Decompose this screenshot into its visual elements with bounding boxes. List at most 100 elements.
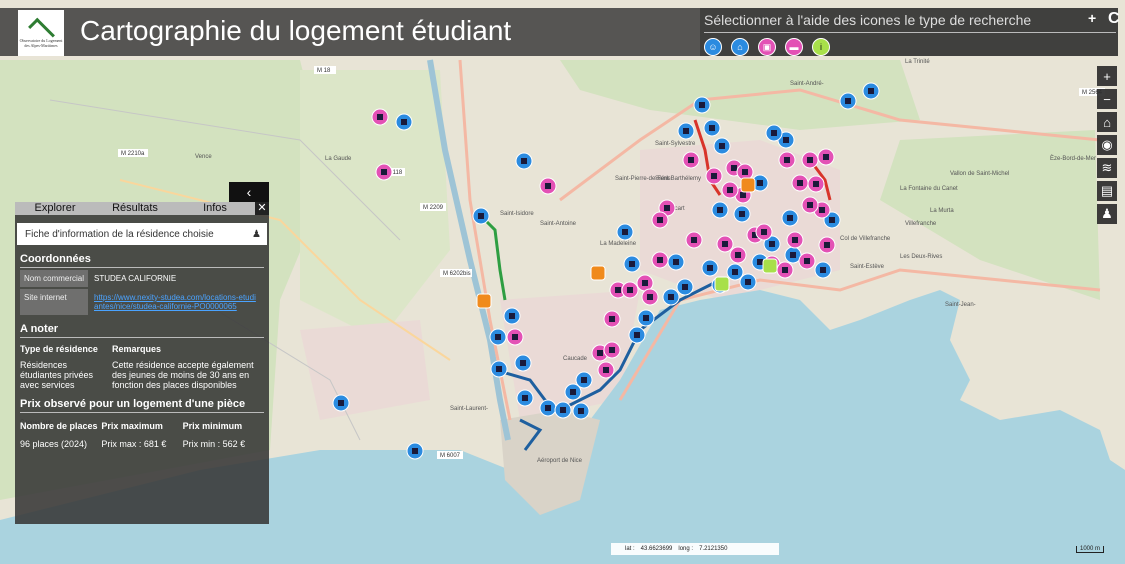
col-max: Prix maximum [101,421,163,431]
svg-text:La Gaude: La Gaude [325,156,352,162]
marker-glyph-icon [739,211,745,217]
marker-glyph-icon [688,157,694,163]
info-marker[interactable] [762,258,778,274]
marker-glyph-icon [711,173,717,179]
info-icon[interactable]: i [812,38,830,56]
marker-glyph-icon [787,215,793,221]
zoom-out-icon[interactable]: − [1097,89,1117,109]
svg-text:Saint-André-: Saint-André- [790,81,824,87]
remarques-header: Remarques [112,344,162,354]
coordonnees-title: Coordonnées [20,253,91,265]
svg-text:M 2209: M 2209 [423,205,444,211]
marker-glyph-icon [545,405,551,411]
marker-glyph-icon [643,315,649,321]
marker-glyph-icon [627,287,633,293]
tab-resultats[interactable]: Résultats [95,202,175,215]
marker-glyph-icon [578,408,584,414]
close-panel-icon[interactable]: ✕ [255,202,269,215]
marker-glyph-icon [509,313,515,319]
marker-glyph-icon [615,287,621,293]
col-places: Nombre de places [20,421,98,431]
marker-glyph-icon [735,252,741,258]
type-value: Résidences étudiantes privées avec servi… [20,360,94,390]
marker-glyph-icon [868,88,874,94]
marker-glyph-icon [597,350,603,356]
marker-glyph-icon [699,102,705,108]
home-icon[interactable]: ⌂ [1097,112,1117,132]
marker-glyph-icon [790,252,796,258]
nom-label: Nom commercial [20,270,88,287]
marker-glyph-icon [495,334,501,340]
marker-glyph-icon [829,217,835,223]
scale-bar: 1000 m [1076,546,1105,553]
marker-glyph-icon [622,229,628,235]
marker-glyph-icon [782,267,788,273]
zoom-in-icon[interactable]: + [1097,66,1117,86]
marker-glyph-icon [642,280,648,286]
person-icon[interactable]: ☺ [704,38,722,56]
marker-glyph-icon [664,205,670,211]
marker-glyph-icon [745,279,751,285]
marker-glyph-icon [771,130,777,136]
service-marker[interactable] [740,177,756,193]
svg-text:Aéroport de Nice: Aéroport de Nice [537,458,583,464]
info-marker[interactable] [714,276,730,292]
marker-glyph-icon [512,334,518,340]
housing-office-marker[interactable] [590,265,606,281]
marker-glyph-icon [377,114,383,120]
svg-text:Saint-Estève: Saint-Estève [850,264,885,270]
nom-value: STUDEA CALIFORNIE [94,274,177,283]
marker-glyph-icon [609,347,615,353]
site-label: Site internet [20,289,88,315]
private-icon[interactable]: ▣ [758,38,776,56]
marker-glyph-icon [820,267,826,273]
residence-icon[interactable]: ⌂ [731,38,749,56]
tab-explorer[interactable]: Explorer [15,202,95,215]
marker-glyph-icon [792,237,798,243]
svg-text:Vence: Vence [195,154,212,160]
collapse-panel-button[interactable]: ‹ [229,182,269,202]
svg-text:Saint-Sylvestre: Saint-Sylvestre [655,141,696,147]
marker-glyph-icon [691,237,697,243]
refresh-icon[interactable]: C [1108,10,1120,28]
type-header: Type de résidence [20,344,98,354]
page-title: Cartographie du logement étudiant [80,15,512,46]
marker-glyph-icon [707,265,713,271]
fiche-header: Fiche d'information de la résidence choi… [17,223,267,245]
svg-text:Saint-Barthélemy: Saint-Barthélemy [655,176,701,182]
add-icon[interactable]: + [1088,10,1096,26]
site-link[interactable]: https://www.nexity-studea.com/locations-… [88,289,264,315]
marker-glyph-icon [478,213,484,219]
marker-glyph-icon [823,154,829,160]
val-places: 96 places (2024) [20,439,88,449]
bed-icon[interactable]: ▬ [785,38,803,56]
marker-glyph-icon [581,377,587,383]
svg-text:La Murta: La Murta [930,208,954,214]
marker-glyph-icon [521,158,527,164]
marker-glyph-icon [709,125,715,131]
print-icon[interactable]: ▤ [1097,181,1117,201]
svg-text:M 18: M 18 [317,68,331,74]
marker-glyph-icon [783,137,789,143]
marker-glyph-icon [819,207,825,213]
marker-glyph-icon [804,258,810,264]
restaurant-marker[interactable] [476,293,492,309]
tab-infos[interactable]: Infos [175,202,255,215]
map-toolbar: + − ⌂ ◉ ≋ ▤ ♟ [1097,66,1117,224]
locate-icon[interactable]: ◉ [1097,135,1117,155]
svg-text:Saint-Isidore: Saint-Isidore [500,211,534,217]
marker-glyph-icon [520,360,526,366]
marker-glyph-icon [401,119,407,125]
val-min: Prix min : 562 € [182,439,246,449]
marker-glyph-icon [673,259,679,265]
lat-value: 43.6623699 [640,546,673,552]
svg-text:Èze-Bord-de-Mer: Èze-Bord-de-Mer [1050,155,1096,162]
fiche-label: Fiche d'information de la résidence choi… [25,228,214,240]
streetview-icon[interactable]: ♟ [1097,204,1117,224]
marker-glyph-icon [496,366,502,372]
svg-text:Caucade: Caucade [563,356,588,362]
person-icon: ♟ [252,228,261,240]
layers-icon[interactable]: ≋ [1097,158,1117,178]
svg-text:Saint-Antoine: Saint-Antoine [540,221,577,227]
marker-glyph-icon [731,165,737,171]
